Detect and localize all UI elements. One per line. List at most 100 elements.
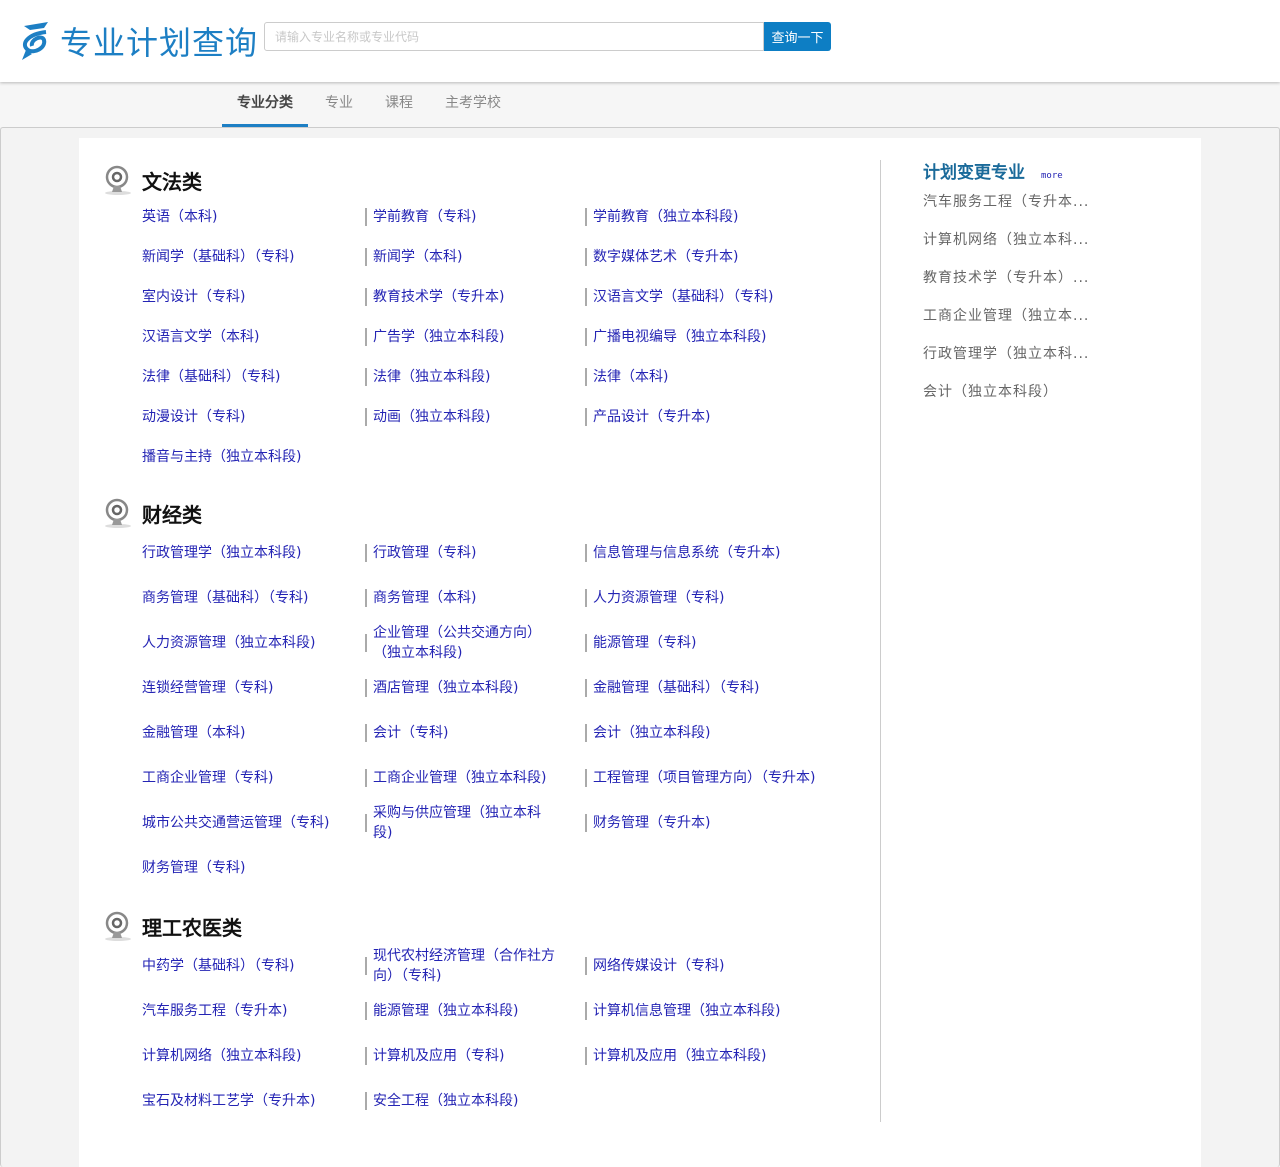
major-link[interactable]: 动漫设计（专科) <box>142 407 245 427</box>
major-link[interactable]: 广告学（独立本科段) <box>373 327 558 347</box>
major-cell: 计算机及应用（专科) <box>365 1046 585 1066</box>
sidebar-item[interactable]: 计算机网络（独立本科... <box>923 221 1089 259</box>
major-link[interactable]: 企业管理（公共交通方向）（独立本科段) <box>373 623 558 663</box>
major-link[interactable]: 法律（独立本科段) <box>373 367 558 387</box>
tab-major[interactable]: 专业 <box>325 82 353 127</box>
search-input[interactable] <box>264 22 764 51</box>
separator <box>585 368 587 386</box>
major-cell: 行政管理学（独立本科段) <box>142 543 365 563</box>
major-link[interactable]: 教育技术学（专升本) <box>373 287 558 307</box>
separator <box>585 288 587 306</box>
major-link[interactable]: 计算机及应用（独立本科段) <box>593 1046 821 1066</box>
separator <box>585 408 587 426</box>
major-link[interactable]: 新闻学（本科) <box>373 247 558 267</box>
major-link[interactable]: 连锁经营管理（专科) <box>142 678 273 698</box>
major-link[interactable]: 汽车服务工程（专升本) <box>142 1001 287 1021</box>
category-row: 行政管理学（独立本科段) 行政管理（专科) 信息管理与信息系统（专升本) <box>142 530 825 575</box>
major-link[interactable]: 酒店管理（独立本科段) <box>373 678 558 698</box>
major-link[interactable]: 金融管理（本科) <box>142 723 245 743</box>
sidebar-item[interactable]: 教育技术学（专升本）... <box>923 259 1089 297</box>
major-link[interactable]: 法律（本科) <box>593 367 821 387</box>
category-row: 动漫设计（专科) 动画（独立本科段) 产品设计（专升本) <box>142 397 825 437</box>
major-link[interactable]: 会计（专科) <box>373 723 558 743</box>
major-cell: 连锁经营管理（专科) <box>142 678 365 698</box>
major-link[interactable]: 会计（独立本科段) <box>593 723 821 743</box>
major-cell: 广播电视编导（独立本科段) <box>585 327 825 347</box>
separator <box>585 208 587 226</box>
major-cell: 学前教育（专科) <box>365 207 585 227</box>
sidebar-item[interactable]: 汽车服务工程（专升本... <box>923 183 1089 221</box>
major-link[interactable]: 汉语言文学（基础科）（专科) <box>593 287 821 307</box>
major-link[interactable]: 计算机网络（独立本科段) <box>142 1046 301 1066</box>
major-cell: 新闻学（基础科）（专科) <box>142 247 365 267</box>
major-link[interactable]: 人力资源管理（专科) <box>593 588 821 608</box>
major-link[interactable]: 信息管理与信息系统（专升本) <box>593 543 821 563</box>
major-cell: 产品设计（专升本) <box>585 407 825 427</box>
major-link[interactable]: 计算机信息管理（独立本科段) <box>593 1001 821 1021</box>
major-link[interactable]: 宝石及材料工艺学（专升本) <box>142 1091 315 1111</box>
major-link[interactable]: 学前教育（独立本科段) <box>593 207 821 227</box>
sidebar-item[interactable]: 行政管理学（独立本科... <box>923 335 1089 373</box>
major-link[interactable]: 工程管理（项目管理方向）（专升本) <box>593 768 821 788</box>
major-link[interactable]: 产品设计（专升本) <box>593 407 821 427</box>
separator <box>365 1046 367 1065</box>
major-link[interactable]: 学前教育（专科) <box>373 207 558 227</box>
separator <box>585 1046 587 1065</box>
major-link[interactable]: 人力资源管理（独立本科段) <box>142 633 315 653</box>
major-link[interactable]: 动画（独立本科段) <box>373 407 558 427</box>
sidebar: 计划变更专业 more 汽车服务工程（专升本... 计算机网络（独立本科... … <box>923 158 1089 411</box>
tab-category[interactable]: 专业分类 <box>222 82 308 127</box>
major-cell: 汽车服务工程（专升本) <box>142 1001 365 1021</box>
major-link[interactable]: 商务管理（本科) <box>373 588 558 608</box>
major-link[interactable]: 安全工程（独立本科段) <box>373 1091 558 1111</box>
major-link[interactable]: 工商企业管理（独立本科段) <box>373 768 558 788</box>
major-cell: 人力资源管理（独立本科段) <box>142 633 365 653</box>
major-link[interactable]: 工商企业管理（专科) <box>142 768 273 788</box>
category-row: 播音与主持（独立本科段) <box>142 437 825 477</box>
major-link[interactable]: 中药学（基础科）（专科) <box>142 956 294 976</box>
major-link[interactable]: 能源管理（独立本科段) <box>373 1001 558 1021</box>
major-link[interactable]: 广播电视编导（独立本科段) <box>593 327 821 347</box>
tab-school[interactable]: 主考学校 <box>445 82 501 127</box>
separator <box>365 328 367 346</box>
major-link[interactable]: 计算机及应用（专科) <box>373 1046 558 1066</box>
header: 专业计划查询 查询一下 <box>0 0 1280 82</box>
more-link[interactable]: more <box>1041 171 1063 181</box>
search-button[interactable]: 查询一下 <box>764 22 831 51</box>
nav-tabs: 专业分类 专业 课程 主考学校 <box>0 82 1280 127</box>
major-cell: 汉语言文学（基础科）（专科) <box>585 287 825 307</box>
major-link[interactable]: 财务管理（专科) <box>142 858 245 878</box>
major-link[interactable]: 英语（本科) <box>142 207 217 227</box>
logo[interactable]: 专业计划查询 <box>18 18 258 64</box>
major-cell: 计算机及应用（独立本科段) <box>585 1046 825 1066</box>
major-link[interactable]: 新闻学（基础科）（专科) <box>142 247 294 267</box>
major-link[interactable]: 行政管理（专科) <box>373 543 558 563</box>
major-link[interactable]: 行政管理学（独立本科段) <box>142 543 301 563</box>
major-link[interactable]: 采购与供应管理（独立本科段) <box>373 803 558 843</box>
category-row: 宝石及材料工艺学（专升本) 安全工程（独立本科段) <box>142 1078 825 1123</box>
separator <box>365 1001 367 1020</box>
major-cell: 播音与主持（独立本科段) <box>142 447 365 467</box>
major-link[interactable]: 网络传媒设计（专科) <box>593 956 821 976</box>
category-row: 计算机网络（独立本科段) 计算机及应用（专科) 计算机及应用（独立本科段) <box>142 1033 825 1078</box>
separator <box>365 543 367 562</box>
separator <box>365 588 367 607</box>
major-link[interactable]: 商务管理（基础科）（专科) <box>142 588 308 608</box>
major-cell: 室内设计（专科) <box>142 287 365 307</box>
tab-course[interactable]: 课程 <box>385 82 413 127</box>
major-link[interactable]: 城市公共交通营运管理（专科) <box>142 813 329 833</box>
major-link[interactable]: 室内设计（专科) <box>142 287 245 307</box>
sidebar-item[interactable]: 工商企业管理（独立本... <box>923 297 1089 335</box>
major-link[interactable]: 现代农村经济管理（合作社方向）（专科) <box>373 946 558 986</box>
sidebar-item[interactable]: 会计（独立本科段） <box>923 373 1089 411</box>
major-link[interactable]: 法律（基础科）（专科) <box>142 367 280 387</box>
major-link[interactable]: 汉语言文学（本科) <box>142 327 259 347</box>
separator <box>585 543 587 562</box>
category-row: 汉语言文学（本科) 广告学（独立本科段) 广播电视编导（独立本科段) <box>142 317 825 357</box>
major-cell: 人力资源管理（专科) <box>585 588 825 608</box>
major-link[interactable]: 能源管理（专科) <box>593 633 821 653</box>
major-link[interactable]: 财务管理（专升本) <box>593 813 821 833</box>
major-link[interactable]: 数字媒体艺术（专升本) <box>593 247 821 267</box>
major-link[interactable]: 播音与主持（独立本科段) <box>142 447 301 467</box>
major-link[interactable]: 金融管理（基础科）（专科) <box>593 678 821 698</box>
